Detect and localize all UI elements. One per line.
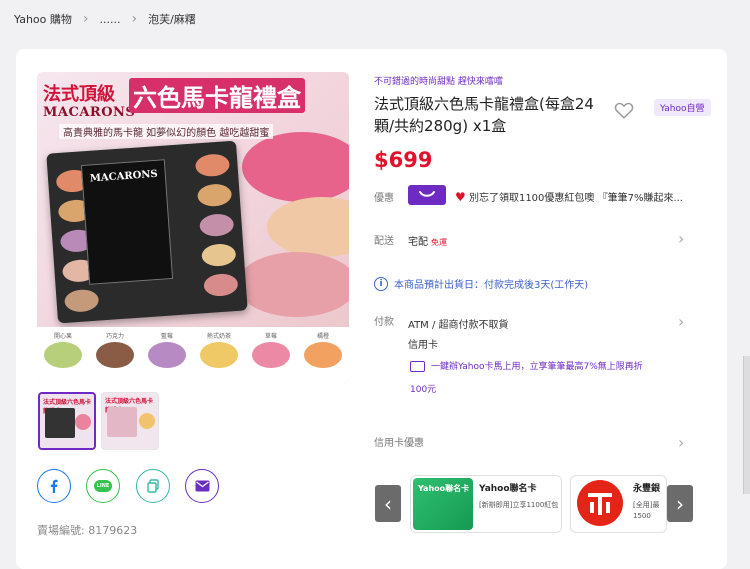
flavor-swatch [200, 342, 238, 368]
shipping-info: i 本商品預計出貨日：付款完成後3天(工作天) [374, 276, 588, 291]
flavor-name: 橘橙 [316, 333, 329, 340]
thumbnail-2[interactable]: 法式頂級六色馬卡龍禮盒 [101, 392, 159, 450]
delivery-row[interactable]: 宅配 免運 [408, 233, 447, 248]
macaron [196, 183, 233, 208]
flavor-name: 草莓 [264, 333, 277, 340]
image-title-main: 六色馬卡龍禮盒 [129, 78, 305, 113]
image-title-en: MACARONS [43, 105, 136, 120]
credit-card-offer[interactable]: Yahoo聯名卡 Yahoo聯名卡 [新辦即用]立享1100紅包 [410, 475, 562, 533]
thumbnail-macaron [75, 414, 91, 430]
line-icon: LINE [94, 480, 112, 492]
credit-card-label: 信用卡優惠 [374, 438, 424, 449]
flavor-swatch [304, 342, 342, 368]
flavor-swatch [148, 342, 186, 368]
credit-card-image: Yahoo聯名卡 [413, 478, 473, 530]
info-icon: i [374, 276, 388, 291]
chevron-right-icon: › [82, 11, 89, 27]
macaron-cream [267, 197, 349, 257]
macaron-pink [242, 132, 349, 202]
thumbnail-box [45, 408, 75, 438]
macaron [63, 288, 100, 313]
carousel-prev-button[interactable]: ‹ [375, 485, 401, 522]
box-label: MACARONS [80, 159, 174, 285]
credit-card-name: 永豐銀 [633, 484, 661, 494]
share-facebook-button[interactable] [37, 469, 71, 503]
favorite-heart-icon[interactable] [613, 99, 635, 121]
flavor-swatch [252, 342, 290, 368]
image-title-prefix: 法式頂級 [43, 84, 115, 105]
flavor-item: 橘橙 [300, 331, 346, 384]
delivery-label: 配送 [374, 236, 394, 247]
card-promo-text: 一鍵辦Yahoo卡馬上用，立享筆筆最高7%無上限再折 [431, 362, 643, 372]
product-price: $699 [374, 148, 433, 172]
credit-card-name: Yahoo聯名卡 [479, 484, 537, 494]
credit-card-desc: [新辦即用]立享1100紅包 [479, 501, 559, 509]
copy-icon [147, 479, 159, 493]
flavor-row: 開心果 巧克力 藍莓 熱式奶茶 草莓 橘橙 [37, 327, 349, 384]
image-subtitle: 高貴典雅的馬卡龍 如夢似幻的顏色 越吃越甜蜜 [59, 124, 274, 139]
breadcrumb-item-home[interactable]: Yahoo 購物 [14, 11, 72, 27]
credit-card-desc: [全用]最1500 [633, 501, 660, 520]
chevron-right-icon[interactable]: › [678, 314, 684, 330]
scrollbar-thumb[interactable] [743, 356, 750, 494]
coupon-row[interactable]: ♥ 別忘了領取1100優惠紅包噢 『筆筆7%賺起來... [455, 189, 683, 204]
chevron-right-icon[interactable]: › [678, 435, 684, 451]
macaron [203, 272, 239, 298]
thumbnail-1[interactable]: 法式頂級六色馬卡龍禮盒 [38, 392, 96, 450]
card-promo[interactable]: 一鍵辦Yahoo卡馬上用，立享筆筆最高7%無上限再折 100元 [410, 356, 660, 402]
coupon-logo-icon[interactable] [408, 185, 446, 205]
macaron-rose [237, 252, 349, 317]
macaron [194, 153, 231, 178]
share-mail-button[interactable] [185, 469, 219, 503]
breadcrumb-item-category[interactable]: 泡芙/麻糬 [148, 11, 196, 27]
store-badge[interactable]: Yahoo自營 [654, 99, 711, 116]
flavor-name: 藍莓 [160, 333, 173, 340]
envelope-icon [410, 361, 425, 372]
carousel-next-button[interactable]: › [667, 485, 693, 522]
shipping-info-text: 本商品預計出貨日：付款完成後3天(工作天) [394, 280, 589, 291]
macaron [198, 212, 235, 238]
flavor-item: 草莓 [248, 331, 294, 384]
flavor-name: 開心果 [53, 333, 72, 340]
payment-option-atm[interactable]: ATM / 超商付款不取貨 [408, 316, 509, 331]
card-promo-amount: 100元 [410, 385, 437, 395]
flavor-name: 巧克力 [105, 333, 124, 340]
promo-text: 不可錯過的時尚甜點 趕快來嚐嚐 [374, 77, 503, 87]
delivery-method: 宅配 [408, 237, 428, 248]
payment-option-credit-card[interactable]: 信用卡 [408, 336, 438, 351]
share-copy-button[interactable] [136, 469, 170, 503]
share-line-button[interactable]: LINE [86, 469, 120, 503]
breadcrumb: Yahoo 購物 › ...... › 泡芙/麻糬 [14, 9, 196, 29]
flavor-swatch [96, 342, 134, 368]
bank-mark-icon [588, 493, 612, 515]
coupon-label: 優惠 [374, 193, 394, 204]
flavor-swatch [44, 342, 82, 368]
coupon-text: 別忘了領取1100優惠紅包噢 『筆筆7%賺起來... [468, 193, 683, 204]
heart-icon: ♥ [455, 190, 466, 204]
chevron-right-icon: › [131, 11, 138, 27]
free-shipping-tag: 免運 [431, 238, 447, 247]
flavor-item: 巧克力 [92, 331, 138, 384]
flavor-item: 熱式奶茶 [196, 331, 242, 384]
macaron [201, 242, 237, 268]
credit-card-image-text: Yahoo聯名卡 [418, 484, 470, 493]
product-title: 法式頂級六色馬卡龍禮盒(每盒24顆/共約280g) x1盒 [374, 95, 594, 135]
product-main-image[interactable]: MACARONS 法式頂級 MACARONS 六色馬卡龍禮盒 高貴典雅的馬卡龍 … [37, 72, 349, 384]
product-sku: 賣場編號: 8179623 [37, 524, 138, 537]
flavor-item: 藍莓 [144, 331, 190, 384]
thumbnail-macaron [139, 413, 155, 429]
credit-card-offer[interactable]: 永豐銀 [全用]最1500 [570, 475, 667, 533]
thumbnail-box [107, 407, 137, 437]
mail-icon [195, 480, 209, 492]
bank-logo-icon [577, 480, 623, 526]
breadcrumb-item-collapsed[interactable]: ...... [99, 13, 120, 26]
flavor-item: 開心果 [40, 331, 86, 384]
payment-label: 付款 [374, 317, 394, 328]
facebook-icon [50, 479, 58, 493]
flavor-name: 熱式奶茶 [206, 333, 231, 340]
chevron-right-icon[interactable]: › [678, 231, 684, 247]
smile-icon [419, 191, 435, 197]
